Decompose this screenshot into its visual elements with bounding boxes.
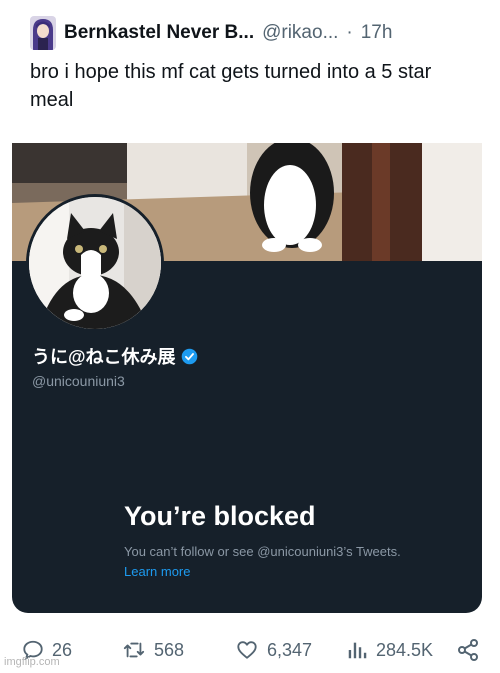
share-icon — [458, 639, 478, 661]
tweet-header: Bernkastel Never B... @rikao... · 17h — [30, 16, 392, 50]
learn-more-link[interactable]: Learn more — [124, 564, 190, 579]
retweet-icon — [123, 642, 145, 658]
share-button[interactable] — [456, 632, 480, 668]
tweet-actions-bar: 26 568 6,347 284.5K — [0, 632, 500, 668]
profile-avatar[interactable] — [26, 194, 164, 332]
author-handle[interactable]: @rikao... — [262, 22, 338, 44]
profile-handle: @unicouniuni3 — [32, 373, 125, 389]
views-icon — [348, 642, 367, 659]
like-icon — [237, 641, 257, 659]
tweet-text: bro i hope this mf cat gets turned into … — [30, 61, 432, 111]
profile-display-name: うに@ねこ休み展 — [32, 343, 198, 369]
retweet-count: 568 — [154, 639, 185, 660]
author-avatar[interactable] — [30, 16, 56, 50]
retweet-button[interactable]: 568 — [122, 632, 184, 668]
author-name[interactable]: Bernkastel Never B... — [64, 22, 254, 44]
like-button[interactable]: 6,347 — [235, 632, 312, 668]
blocked-title: You’re blocked — [124, 501, 316, 531]
views-button[interactable]: 284.5K — [346, 632, 433, 668]
blocked-description: You can’t follow or see @unicouniuni3’s … — [124, 544, 401, 559]
display-name-text: うに@ねこ休み展 — [32, 347, 176, 367]
time-separator: · — [346, 22, 353, 43]
blocked-profile-card: うに@ねこ休み展 @unicouniuni3 You’re blocked Yo… — [12, 143, 482, 613]
like-count: 6,347 — [267, 639, 313, 660]
view-count: 284.5K — [376, 639, 434, 660]
tweet-timestamp[interactable]: 17h — [361, 22, 393, 44]
imgflip-watermark: imgflip.com — [4, 656, 60, 668]
verified-badge-icon — [181, 348, 197, 364]
